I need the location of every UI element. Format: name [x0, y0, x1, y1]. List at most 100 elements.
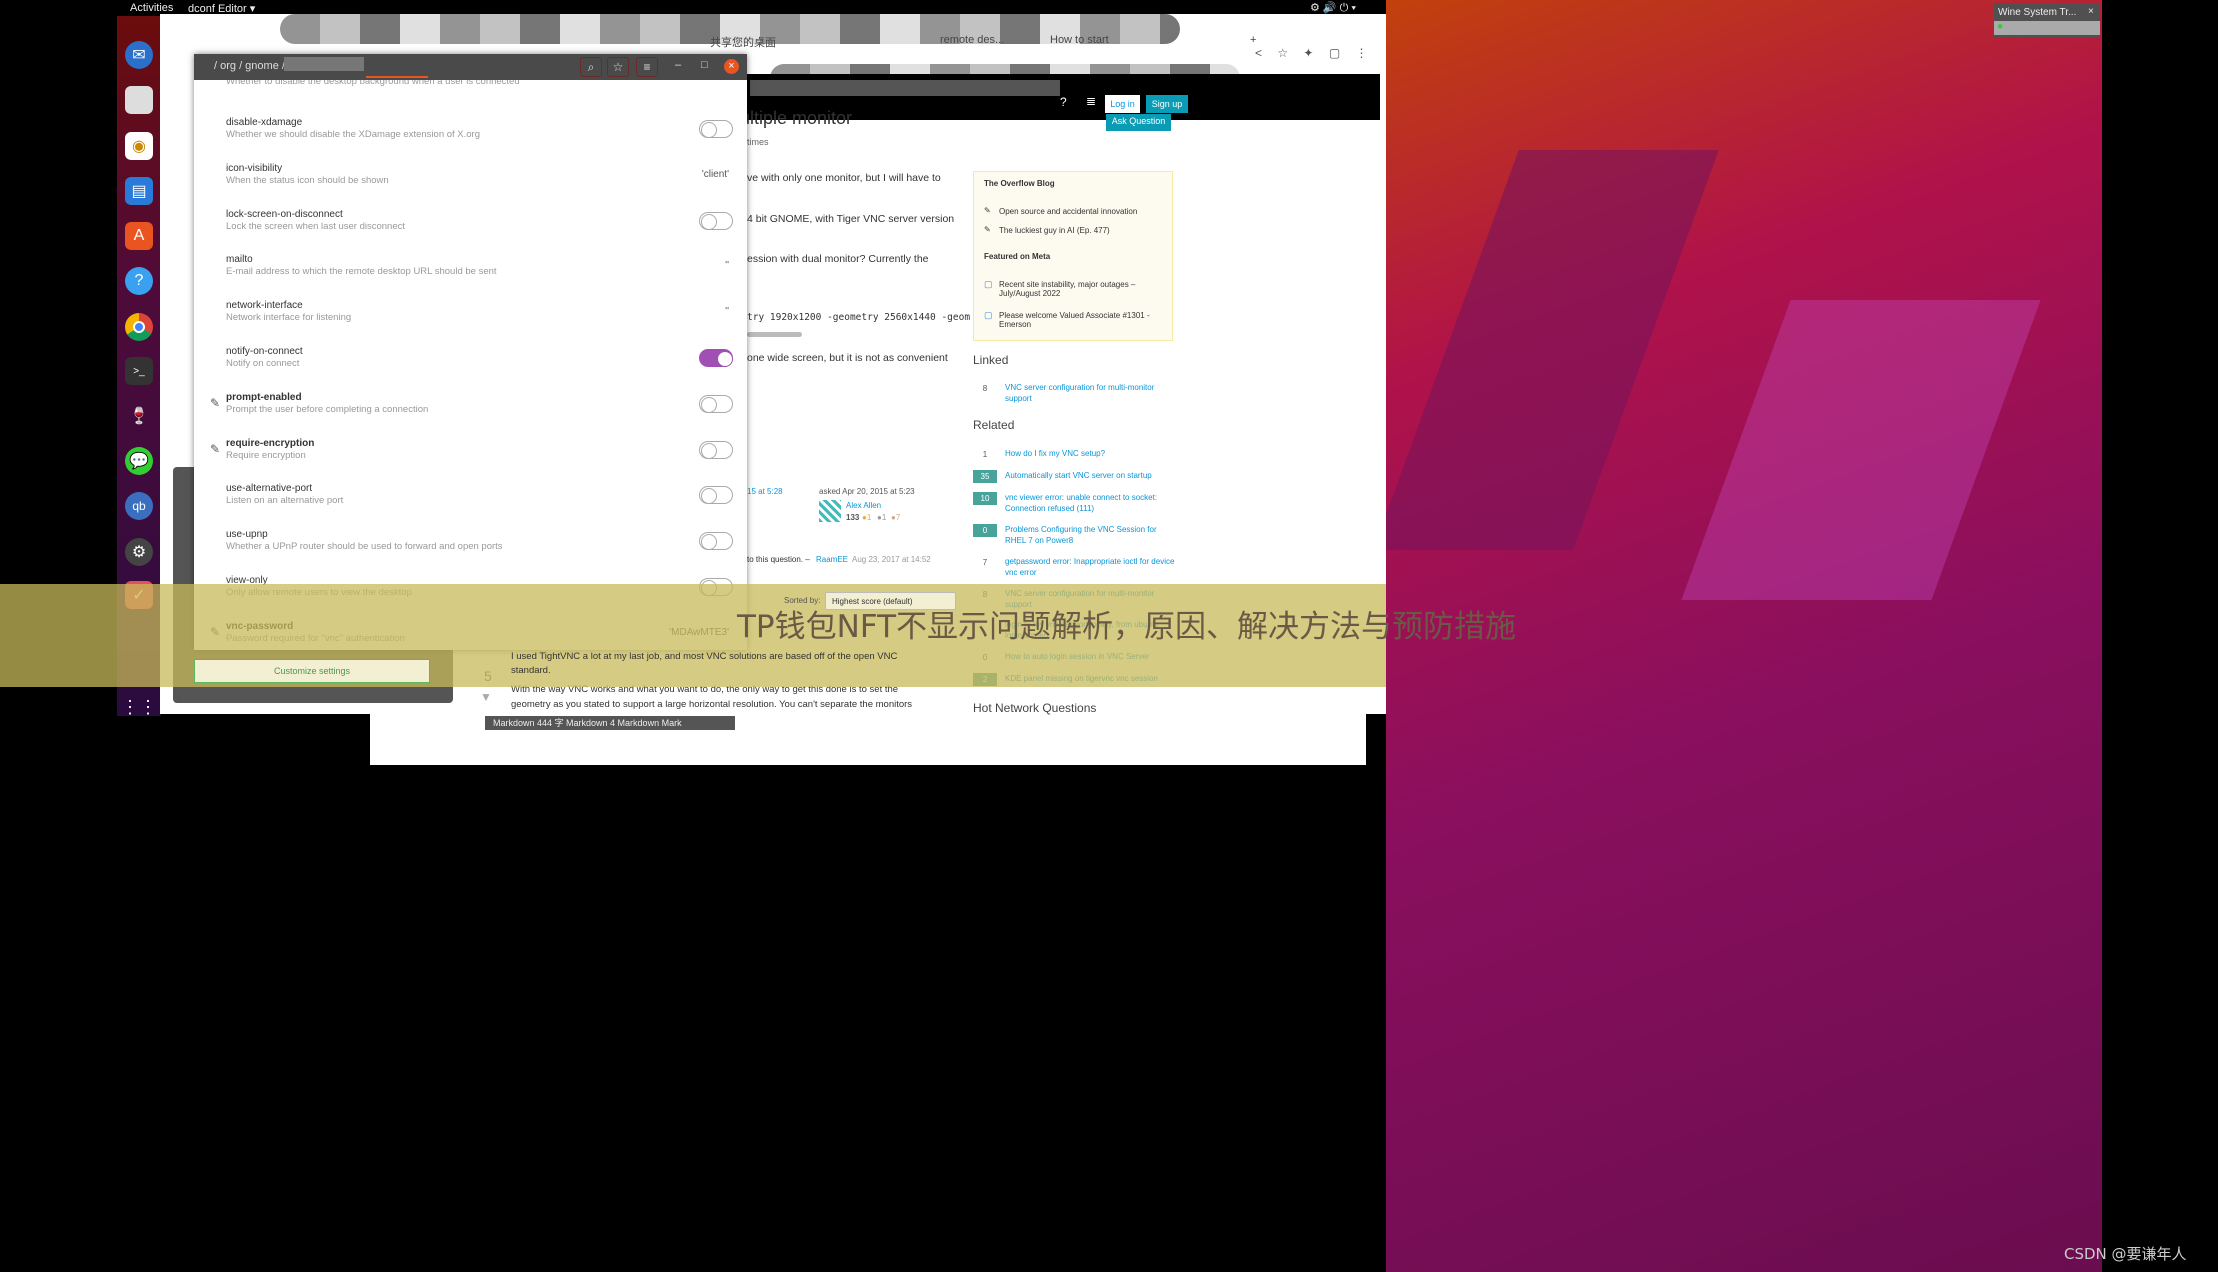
- key-name: mailto: [226, 254, 253, 266]
- software-icon[interactable]: A: [125, 222, 153, 250]
- related-heading: Related: [973, 418, 1015, 432]
- related-question[interactable]: Automatically start VNC server on startu…: [1005, 470, 1175, 481]
- key-row-mailto[interactable]: mailto E-mail address to which the remote…: [194, 254, 747, 300]
- key-row-use-upnp[interactable]: use-upnp Whether a UPnP router should be …: [194, 529, 747, 575]
- login-button[interactable]: Log in: [1105, 95, 1140, 113]
- blog-item[interactable]: Open source and accidental innovation: [999, 207, 1137, 216]
- terminal-icon[interactable]: >_: [125, 357, 153, 385]
- bronze-badges: ●7: [891, 513, 901, 522]
- related-score: 35: [973, 470, 997, 483]
- key-value[interactable]: '': [725, 306, 729, 317]
- chrome-icon[interactable]: [125, 313, 153, 341]
- activities-button[interactable]: Activities: [130, 2, 173, 14]
- close-button[interactable]: ×: [724, 59, 739, 74]
- tab-share-desktop[interactable]: 共享您的桌面: [710, 34, 776, 50]
- code-scrollbar[interactable]: [747, 332, 802, 337]
- qbittorrent-icon[interactable]: qb: [125, 492, 153, 520]
- sort-label: Sorted by:: [784, 596, 821, 605]
- key-row-require-encryption[interactable]: ✎ require-encryption Require encryption: [194, 438, 747, 484]
- comment-author[interactable]: RaamEE: [816, 555, 848, 564]
- files-icon[interactable]: [125, 86, 153, 114]
- bookmark-button[interactable]: ☆: [607, 57, 629, 77]
- key-toggle[interactable]: [699, 532, 733, 551]
- meta-item[interactable]: Please welcome Valued Associate #1301 - …: [999, 311, 1164, 329]
- signup-button[interactable]: Sign up: [1146, 95, 1188, 113]
- help-icon[interactable]: ?: [1060, 95, 1067, 109]
- key-name: icon-visibility: [226, 162, 283, 174]
- wechat-tray-icon[interactable]: ●: [1997, 21, 2003, 32]
- related-score: 1: [982, 450, 988, 459]
- tab-how-to-start[interactable]: How to start: [1050, 34, 1109, 46]
- user-avatar[interactable]: [819, 500, 841, 522]
- key-value[interactable]: 'client': [702, 169, 729, 180]
- browser-toolbar-icons[interactable]: < ☆ ✦ ▢ ⋮: [1255, 46, 1374, 60]
- wine-system-tray: Wine System Tr... × ●: [1994, 3, 2100, 38]
- edited-date[interactable]: 15 at 5:28: [747, 487, 783, 496]
- key-row-lock-screen-on-disconnect[interactable]: lock-screen-on-disconnect Lock the screen…: [194, 209, 747, 255]
- minimize-button[interactable]: –: [675, 59, 681, 71]
- chat-icon: ▢: [984, 310, 993, 320]
- search-button[interactable]: ⌕: [580, 57, 602, 77]
- key-name: network-interface: [226, 300, 303, 312]
- pencil-icon: ✎: [984, 206, 991, 215]
- key-description: Whether a UPnP router should be used to …: [226, 541, 503, 553]
- key-toggle[interactable]: [699, 394, 733, 413]
- answer-text: standard.: [511, 665, 551, 676]
- customize-settings-button[interactable]: Customize settings: [194, 659, 430, 683]
- key-row-icon-visibility[interactable]: icon-visibility When the status icon shou…: [194, 163, 747, 209]
- key-description: Prompt the user before completing a conn…: [226, 403, 429, 415]
- key-name: use-alternative-port: [226, 483, 313, 495]
- pencil-icon: ✎: [984, 225, 991, 234]
- wechat-icon[interactable]: 💬: [125, 447, 153, 475]
- related-question[interactable]: vnc viewer error: unable connect to sock…: [1005, 492, 1175, 514]
- linked-score: 8: [982, 384, 988, 393]
- blog-title: The Overflow Blog: [984, 179, 1055, 188]
- blog-item[interactable]: The luckiest guy in AI (Ep. 477): [999, 226, 1110, 235]
- key-row-network-interface[interactable]: network-interface Network interface for l…: [194, 300, 747, 346]
- inbox-icon[interactable]: ≣: [1086, 94, 1096, 108]
- chat-icon: ▢: [984, 279, 993, 289]
- meta-item[interactable]: Recent site instability, major outages –…: [999, 280, 1164, 298]
- meta-title: Featured on Meta: [984, 252, 1051, 261]
- maximize-button[interactable]: □: [701, 59, 708, 71]
- related-question[interactable]: Problems Configuring the VNC Session for…: [1005, 524, 1175, 546]
- key-toggle[interactable]: [699, 211, 733, 230]
- key-name: lock-screen-on-disconnect: [226, 208, 343, 220]
- key-value[interactable]: '': [725, 260, 729, 271]
- sort-select[interactable]: Highest score (default): [825, 592, 956, 610]
- key-toggle[interactable]: [699, 349, 733, 367]
- partial-row-desc: Whether to disable the desktop backgroun…: [226, 80, 520, 87]
- writer-icon[interactable]: ▤: [125, 177, 153, 205]
- rhythmbox-icon[interactable]: ◉: [125, 132, 153, 160]
- wine-icon[interactable]: 🍷: [125, 402, 153, 430]
- key-row-disable-xdamage[interactable]: disable-xdamage Whether we should disable…: [194, 117, 747, 163]
- ask-question-button[interactable]: Ask Question: [1106, 114, 1171, 131]
- key-row-prompt-enabled[interactable]: ✎ prompt-enabled Prompt the user before co…: [194, 392, 747, 438]
- related-question[interactable]: getpassword error: Inappropriate ioctl f…: [1005, 556, 1175, 578]
- dconf-editor-window: / org / gnome / te-access / ⌕ ☆ ≡ – □ × …: [194, 54, 747, 650]
- key-toggle[interactable]: [699, 120, 733, 138]
- search-box[interactable]: [750, 80, 1060, 96]
- wine-tray-close[interactable]: ×: [2088, 6, 2094, 17]
- key-toggle[interactable]: [699, 486, 733, 505]
- key-toggle[interactable]: [699, 440, 733, 459]
- key-row-use-alternative-port[interactable]: use-alternative-port Listen on an alterna…: [194, 483, 747, 529]
- redacted-path: [284, 57, 364, 71]
- settings-icon[interactable]: ⚙: [125, 538, 153, 566]
- system-menu[interactable]: ⚙ 🔊 ⏻ ▾: [1310, 1, 1356, 15]
- app-grid-icon[interactable]: ⋮⋮: [121, 693, 157, 721]
- key-description: Whether we should disable the XDamage ex…: [226, 129, 481, 140]
- banner-title: TP钱包NFT不显示问题解析，原因、解决方法与预防措施: [737, 609, 1517, 645]
- tab-remote-desktop[interactable]: remote des...: [940, 34, 1004, 46]
- key-row-notify-on-connect[interactable]: notify-on-connect Notify on connect: [194, 346, 747, 392]
- related-question[interactable]: How do I fix my VNC setup?: [1005, 448, 1175, 459]
- help-icon[interactable]: ?: [125, 267, 153, 295]
- downvote-icon[interactable]: ▼: [480, 690, 492, 704]
- new-tab-button[interactable]: +: [1250, 34, 1256, 46]
- menu-button[interactable]: ≡: [636, 57, 658, 77]
- related-score: 7: [982, 558, 988, 567]
- user-name[interactable]: Alex Allen: [846, 501, 881, 510]
- dconf-titlebar: / org / gnome / te-access / ⌕ ☆ ≡ – □ ×: [194, 54, 747, 80]
- linked-question[interactable]: VNC server configuration for multi-monit…: [1005, 382, 1175, 404]
- thunderbird-icon[interactable]: ✉: [125, 41, 153, 69]
